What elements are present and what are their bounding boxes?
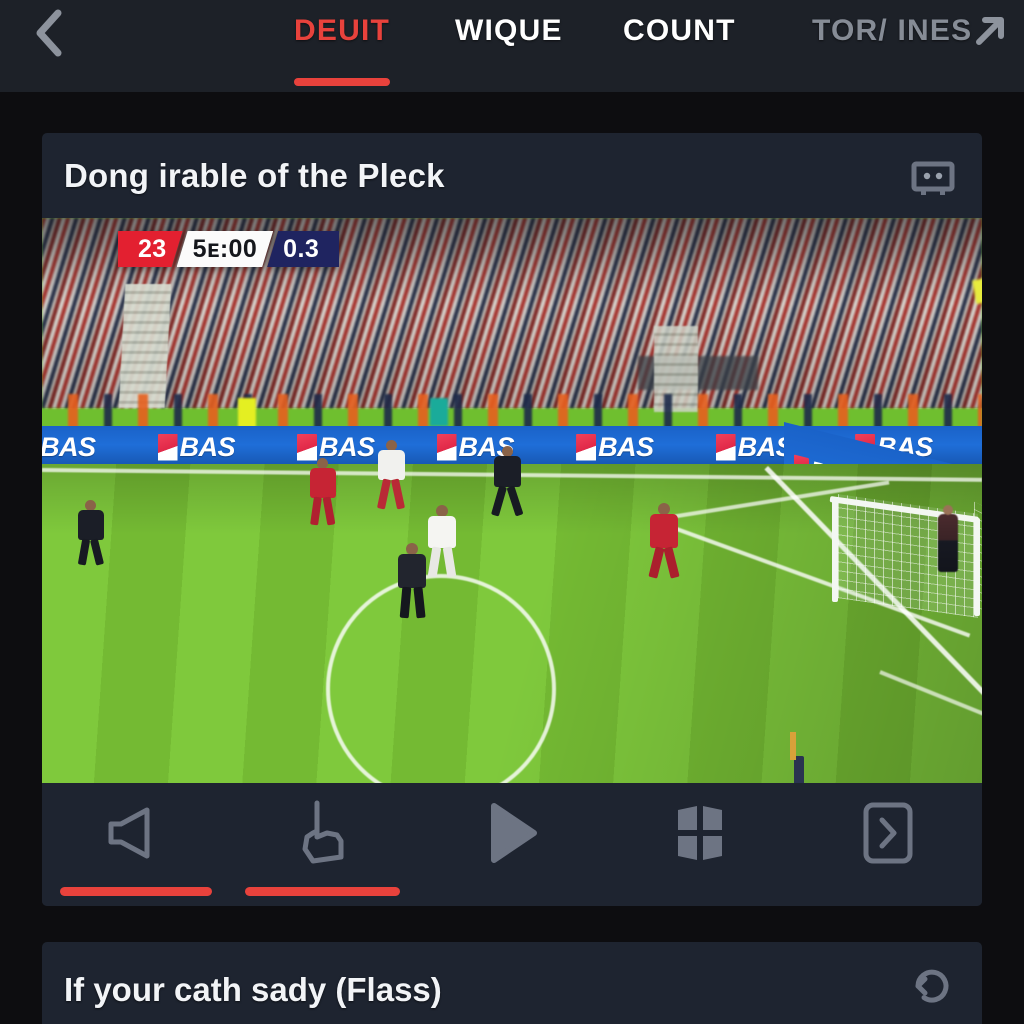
player-leg — [648, 546, 665, 579]
top-navigation-bar: DEUIT WIQUE COUNT TOR/ INES — [0, 0, 1024, 92]
player-leg — [376, 478, 392, 510]
player-away-2 — [491, 446, 524, 517]
sponsor-text: BAS — [179, 431, 236, 462]
comment-button[interactable] — [910, 159, 956, 199]
progress-bar-group — [42, 887, 982, 899]
player-home-1 — [310, 458, 336, 526]
play-icon — [491, 803, 537, 863]
video-player-frame[interactable]: BAS BAS BAS BAS BAS BAS BAS 23 5ᴇ:00 0.3 — [42, 218, 982, 783]
player-third-2 — [427, 505, 457, 578]
player-third-1 — [376, 440, 406, 510]
arrow-up-right-icon — [976, 17, 1004, 45]
external-link-button[interactable] — [973, 14, 1007, 48]
player-leg — [506, 485, 524, 517]
volume-icon — [108, 807, 150, 859]
sponsor-text: BAS — [319, 431, 375, 462]
goal-post-right — [974, 518, 980, 616]
pointing-hand-icon — [302, 800, 344, 864]
player-control-row — [42, 783, 982, 883]
goal-post-left — [832, 498, 838, 602]
scoreboard-overlay: 23 5ᴇ:00 0.3 — [118, 231, 340, 267]
active-tab-indicator — [294, 78, 390, 86]
touchline-official — [938, 505, 958, 572]
player-leg — [491, 485, 507, 517]
stand-staircase-left — [118, 284, 172, 408]
player-torso — [650, 514, 678, 548]
video-title: Dong irable of the Pleck — [64, 156, 445, 194]
sponsor-logo-unit: BAS — [157, 431, 236, 463]
bottom-card: If your cath sady (Flass) — [42, 942, 982, 1024]
tab-deuit[interactable]: DEUIT — [294, 14, 390, 48]
player-torso — [494, 456, 521, 487]
corner-flag — [790, 732, 804, 783]
sponsor-mark-icon — [715, 433, 736, 461]
grid-view-button[interactable] — [606, 783, 794, 883]
sponsor-logo-unit: BAS — [715, 432, 794, 463]
player-away-3 — [398, 543, 426, 619]
tab-wique[interactable]: WIQUE — [455, 14, 563, 48]
sponsor-mark-icon — [436, 433, 457, 461]
tab-tor-ines[interactable]: TOR/ INES — [812, 14, 972, 48]
player-leg — [89, 538, 105, 566]
player-leg — [413, 586, 426, 619]
player-leg — [427, 546, 442, 578]
player-leg — [390, 478, 406, 510]
player-home-2 — [648, 503, 680, 579]
progress-bar-segment-2[interactable] — [245, 887, 400, 896]
tab-list: DEUIT WIQUE COUNT TOR/ INES — [0, 0, 1024, 92]
player-torso — [378, 450, 405, 480]
sponsor-logo-unit: BAS — [297, 432, 375, 463]
sponsor-text: BAS — [598, 431, 654, 462]
play-button[interactable] — [418, 783, 606, 883]
volume-button[interactable] — [42, 783, 230, 883]
video-card-header: Dong irable of the Pleck — [42, 133, 982, 218]
tab-count[interactable]: COUNT — [623, 14, 736, 48]
scoreboard-away-score: 0.3 — [267, 231, 340, 267]
sponsor-logo-unit: BAS — [42, 432, 96, 463]
player-leg — [442, 546, 457, 578]
sponsor-mark-icon — [157, 433, 178, 461]
next-frame-button[interactable] — [794, 783, 982, 883]
goal-frame — [828, 494, 982, 627]
refresh-button[interactable] — [908, 962, 956, 1010]
player-torso — [310, 468, 336, 498]
boxed-chevron-right-icon — [863, 802, 913, 864]
refresh-icon — [915, 969, 949, 1003]
player-control-bar — [42, 783, 982, 906]
sponsor-logo-unit: BAS — [576, 432, 654, 463]
pointer-button[interactable] — [230, 783, 418, 883]
player-leg — [399, 586, 412, 619]
player-leg — [77, 538, 91, 566]
player-torso — [428, 516, 456, 548]
player-away-1 — [77, 500, 105, 566]
player-torso — [398, 554, 426, 588]
comment-bubble-icon — [911, 161, 955, 195]
steward-row — [42, 394, 982, 430]
steward-yellow-vest — [238, 398, 256, 428]
app-root: DEUIT WIQUE COUNT TOR/ INES Dong irable … — [0, 0, 1024, 1024]
bottom-card-title: If your cath sady (Flass) — [64, 970, 442, 1008]
scoreboard-home-score: 23 — [118, 231, 183, 267]
player-torso — [78, 510, 104, 540]
progress-bar-segment-1[interactable] — [60, 887, 212, 896]
sponsor-mark-icon — [297, 433, 318, 461]
steward-teal-vest — [430, 398, 448, 426]
player-leg — [310, 496, 322, 526]
sponsor-mark-icon — [576, 433, 597, 461]
scoreboard-clock: 5ᴇ:00 — [177, 231, 274, 267]
player-leg — [663, 546, 680, 579]
sponsor-text: BAS — [42, 431, 96, 462]
window-grid-icon — [678, 806, 722, 860]
video-card: Dong irable of the Pleck BAS BAS BAS BAS… — [42, 133, 982, 906]
player-leg — [322, 496, 336, 526]
